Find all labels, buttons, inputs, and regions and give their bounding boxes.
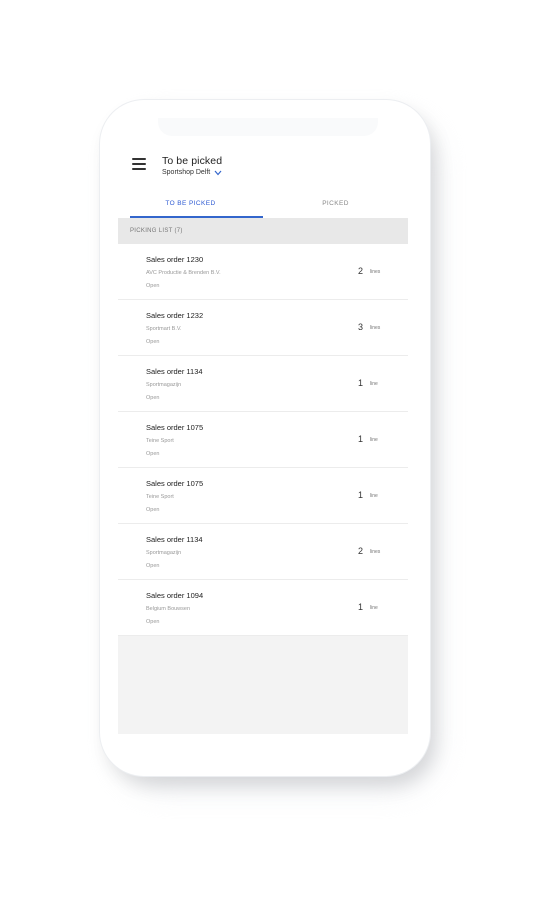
order-customer: Sportmart B.V. [146,326,182,332]
order-customer: Teine Sport [146,438,174,444]
line-count: 2 [358,266,364,276]
order-customer: Belgium Bouwsen [146,606,191,612]
line-unit: line [370,605,378,611]
line-count: 1 [358,434,364,444]
order-status: Open [146,395,160,401]
order-status: Open [146,283,160,289]
chevron-down-icon [214,170,222,175]
list-item[interactable]: Sales order 1134 Sportmagazijn Open 2 li… [118,524,408,580]
tab-to-be-picked[interactable]: TO BE PICKED [118,193,263,218]
line-unit: line [370,493,378,499]
app-bar: To be picked Sportshop Delft TO BE PICKE… [118,140,408,218]
line-unit: line [370,381,378,387]
location-selector[interactable]: Sportshop Delft [162,169,222,176]
line-unit: line [370,437,378,443]
app-screen: To be picked Sportshop Delft TO BE PICKE… [118,140,408,734]
list-item[interactable]: Sales order 1075 Teine Sport Open 1 line [118,468,408,524]
order-title: Sales order 1230 [146,255,204,264]
list-item[interactable]: Sales order 1075 Teine Sport Open 1 line [118,412,408,468]
stage: To be picked Sportshop Delft TO BE PICKE… [0,0,533,900]
tab-bar: TO BE PICKED PICKED [118,193,408,218]
order-title: Sales order 1134 [146,535,203,544]
list-item[interactable]: Sales order 1232 Sportmart B.V. Open 3 l… [118,300,408,356]
picking-list-header: PICKING LIST (7) [118,218,408,244]
phone-notch [158,118,378,136]
order-customer: Sportmagazijn [146,550,182,556]
line-count: 3 [358,322,364,332]
order-status: Open [146,619,160,625]
picking-list: Sales order 1230 AVC Productie & Brenden… [118,244,408,636]
order-title: Sales order 1232 [146,311,204,320]
order-status: Open [146,563,160,569]
line-unit: lines [370,269,381,275]
list-item[interactable]: Sales order 1230 AVC Productie & Brenden… [118,244,408,300]
order-status: Open [146,339,160,345]
order-title: Sales order 1075 [146,479,204,488]
order-status: Open [146,507,160,513]
order-title: Sales order 1134 [146,367,203,376]
line-unit: lines [370,325,381,331]
line-unit: lines [370,549,381,555]
menu-icon[interactable] [132,158,146,170]
order-customer: Teine Sport [146,494,174,500]
line-count: 1 [358,378,364,388]
order-customer: AVC Productie & Brenden B.V. [146,270,221,276]
order-title: Sales order 1075 [146,423,204,432]
list-item[interactable]: Sales order 1094 Belgium Bouwsen Open 1 … [118,580,408,636]
location-label: Sportshop Delft [162,169,211,176]
list-item[interactable]: Sales order 1134 Sportmagazijn Open 1 li… [118,356,408,412]
page-title: To be picked [162,155,223,167]
tab-picked[interactable]: PICKED [263,193,408,218]
order-customer: Sportmagazijn [146,382,182,388]
line-count: 2 [358,546,364,556]
order-title: Sales order 1094 [146,591,204,600]
order-status: Open [146,451,160,457]
line-count: 1 [358,602,364,612]
line-count: 1 [358,490,364,500]
